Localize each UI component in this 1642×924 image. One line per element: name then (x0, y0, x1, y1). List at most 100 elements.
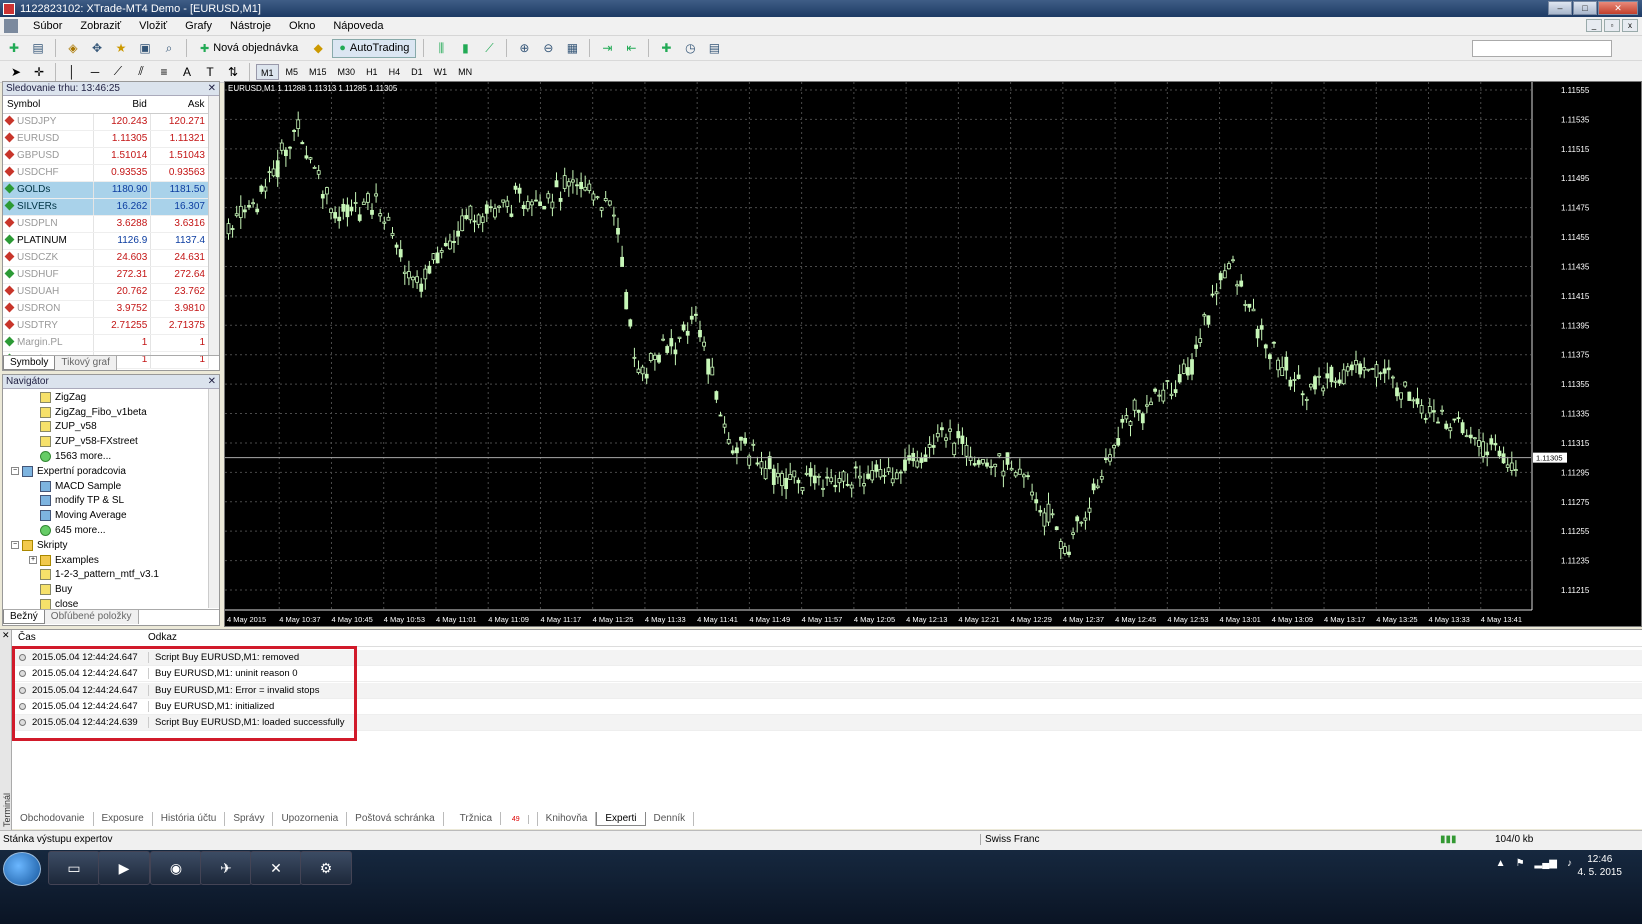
candlestick-icon[interactable]: ▮ (455, 39, 475, 57)
autotrading-button[interactable]: ● AutoTrading (332, 38, 417, 58)
menu-tools[interactable]: Nástroje (221, 20, 280, 32)
market-watch-row[interactable]: GOLDs 1180.90 1181.50 (3, 181, 209, 199)
price-chart[interactable]: 1.11555 1.11535 1.11515 1.11495 1.11475 1.114… (224, 81, 1642, 627)
tab-mailbox[interactable]: Poštová schránka (347, 812, 444, 826)
timeframe-mn[interactable]: MN (454, 64, 476, 80)
tile-windows-icon[interactable]: ▦ (562, 39, 582, 57)
line-chart-icon[interactable]: ⟋ (479, 39, 499, 57)
candlestick-chart[interactable]: 1.11555 1.11535 1.11515 1.11495 1.11475 1.114… (225, 82, 1641, 626)
market-watch-row[interactable]: USDCHF 0.93535 0.93563 (3, 164, 209, 182)
arrows-icon[interactable]: ⇅ (223, 63, 243, 81)
flag-icon[interactable]: ⚑ (1516, 858, 1525, 869)
horizontal-line-icon[interactable]: ─ (85, 63, 105, 81)
tab-experts[interactable]: Experti (596, 812, 646, 826)
timeframe-h1[interactable]: H1 (362, 64, 382, 80)
tab-common[interactable]: Bežný (3, 610, 45, 624)
strategy-tester-icon[interactable]: ⌕ (159, 39, 179, 57)
timeframe-h4[interactable]: H4 (385, 64, 405, 80)
trendline-icon[interactable]: ⟋ (108, 63, 128, 81)
text-label-icon[interactable]: T (200, 63, 220, 81)
tool-task-icon[interactable]: ⚙ (300, 851, 352, 885)
system-clock[interactable]: 12:46 4. 5. 2015 (1578, 853, 1622, 879)
browser-task-icon[interactable]: ✈ (200, 851, 252, 885)
tab-exposure[interactable]: Exposure (94, 812, 153, 826)
metaeditor-icon[interactable]: ◆ (308, 39, 328, 57)
menu-file[interactable]: Súbor (24, 20, 71, 32)
chart-shift-icon[interactable]: ⇥ (597, 39, 617, 57)
market-watch-row[interactable]: USDCZK 24.603 24.631 (3, 249, 209, 267)
tab-news[interactable]: Správy (225, 812, 274, 826)
navigator-item[interactable]: − Expertní poradcovia (3, 464, 219, 479)
navigator-item[interactable]: − Skripty (3, 538, 219, 553)
collapse-icon[interactable]: − (11, 467, 19, 476)
indicators-icon[interactable]: ✚ (656, 39, 676, 57)
profiles-icon[interactable]: ▤ (28, 39, 48, 57)
navigator-item[interactable]: + Examples (3, 553, 219, 568)
explorer-task-icon[interactable]: ▭ (48, 851, 100, 885)
market-watch-row[interactable]: USDUAH 20.762 23.762 (3, 283, 209, 301)
expand-icon[interactable]: + (29, 556, 37, 565)
data-window-icon[interactable]: ✥ (87, 39, 107, 57)
menu-view[interactable]: Zobraziť (71, 20, 130, 32)
menu-help[interactable]: Nápoveda (324, 20, 392, 32)
navigator-item[interactable]: 1563 more... (3, 449, 219, 464)
market-watch-row[interactable]: USDJPY 120.243 120.271 (3, 113, 209, 131)
timeframe-m1[interactable]: M1 (256, 63, 279, 80)
market-watch-row[interactable]: PLATINUM 1126.9 1137.4 (3, 232, 209, 250)
navigator-item[interactable]: ZUP_v58 (3, 420, 219, 435)
terminal-icon[interactable]: ▣ (135, 39, 155, 57)
tab-favorites[interactable]: Obľúbené položky (44, 610, 139, 624)
tab-symbols[interactable]: Symboly (3, 356, 56, 370)
timeframe-w1[interactable]: W1 (430, 64, 452, 80)
market-watch-row[interactable]: GBPUSD 1.51014 1.51043 (3, 147, 209, 165)
market-watch-row[interactable]: Margin.PL 1 1 (3, 334, 209, 352)
tab-tick-chart[interactable]: Tikový graf (55, 356, 117, 370)
market-watch-row[interactable]: USDTRY 2.71255 2.71375 (3, 317, 209, 335)
fibonacci-icon[interactable]: ≡ (154, 63, 174, 81)
mdi-close-button[interactable]: x (1622, 19, 1638, 32)
collapse-icon[interactable]: − (11, 541, 19, 550)
navigator-scrollbar[interactable] (208, 389, 219, 608)
timeframe-m15[interactable]: M15 (305, 64, 331, 80)
periods-icon[interactable]: ◷ (680, 39, 700, 57)
navigator-item[interactable]: ZigZag (3, 390, 219, 405)
vertical-line-icon[interactable]: │ (62, 63, 82, 81)
tab-market[interactable]: Tržnica 49 (444, 812, 538, 826)
tab-journal[interactable]: Denník (646, 812, 695, 826)
navigator-item[interactable]: ZigZag_Fibo_v1beta (3, 405, 219, 420)
navigator-item[interactable]: 1-2-3_pattern_mtf_v3.1 (3, 568, 219, 583)
market-watch-icon[interactable]: ◈ (63, 39, 83, 57)
market-watch-row[interactable]: USDPLN 3.6288 3.6316 (3, 215, 209, 233)
column-bid[interactable]: Bid (93, 96, 151, 114)
gpu-monitor-task-icon[interactable]: ◉ (150, 851, 202, 885)
column-time[interactable]: Čas (14, 632, 144, 646)
close-button[interactable]: ✕ (1598, 1, 1638, 15)
navigator-item[interactable]: Moving Average (3, 508, 219, 523)
tab-account-history[interactable]: História účtu (153, 812, 226, 826)
channel-icon[interactable]: ⫽ (131, 63, 151, 81)
tab-code-base[interactable]: Knihovňa (538, 812, 597, 826)
market-watch-row[interactable]: USDHUF 272.31 272.64 (3, 266, 209, 284)
cursor-icon[interactable]: ➤ (6, 63, 26, 81)
navigator-icon[interactable]: ★ (111, 39, 131, 57)
network-icon[interactable]: ▂▄▆ (1535, 858, 1557, 869)
tab-alerts[interactable]: Upozornenia (273, 812, 348, 826)
search-input[interactable] (1472, 40, 1612, 57)
crosshair-icon[interactable]: ✛ (29, 63, 49, 81)
templates-icon[interactable]: ▤ (704, 39, 724, 57)
maximize-button[interactable]: □ (1573, 1, 1597, 15)
mdi-minimize-button[interactable]: _ (1586, 19, 1602, 32)
minimize-button[interactable]: – (1548, 1, 1572, 15)
market-watch-row[interactable]: USDRON 3.9752 3.9810 (3, 300, 209, 318)
column-message[interactable]: Odkaz (144, 632, 177, 646)
market-watch-close-icon[interactable]: ✕ (208, 82, 216, 96)
navigator-item[interactable]: MACD Sample (3, 479, 219, 494)
menu-insert[interactable]: Vložiť (130, 20, 176, 32)
text-icon[interactable]: A (177, 63, 197, 81)
market-watch-row[interactable]: EURUSD 1.11305 1.11321 (3, 130, 209, 148)
navigator-item[interactable]: modify TP & SL (3, 494, 219, 509)
new-order-button[interactable]: ✚ Nová objednávka (194, 39, 304, 58)
timeframe-m30[interactable]: M30 (334, 64, 360, 80)
column-symbol[interactable]: Symbol (3, 96, 94, 114)
timeframe-m5[interactable]: M5 (282, 64, 303, 80)
